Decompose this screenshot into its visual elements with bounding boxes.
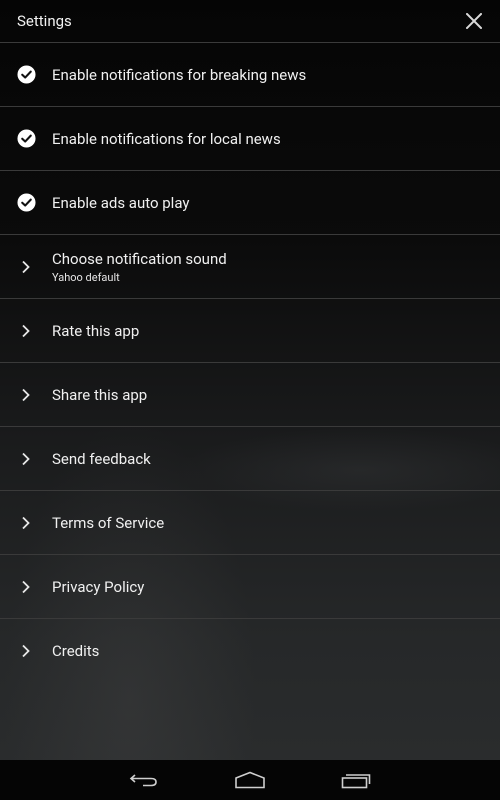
chevron-right-icon — [16, 513, 36, 533]
checkbox-checked-icon[interactable] — [16, 129, 36, 149]
recent-apps-icon — [341, 774, 371, 789]
chevron-right-icon — [16, 641, 36, 661]
chevron-right-icon — [16, 321, 36, 341]
setting-send-feedback[interactable]: Send feedback — [0, 426, 500, 490]
setting-label: Rate this app — [52, 321, 140, 340]
setting-label: Privacy Policy — [52, 577, 145, 596]
back-icon — [129, 774, 157, 787]
setting-sublabel: Yahoo default — [52, 270, 120, 284]
setting-terms-of-service[interactable]: Terms of Service — [0, 490, 500, 554]
setting-privacy-policy[interactable]: Privacy Policy — [0, 554, 500, 618]
home-button[interactable] — [220, 760, 280, 800]
chevron-right-icon — [16, 385, 36, 405]
setting-label: Enable ads auto play — [52, 193, 190, 212]
setting-rate-app[interactable]: Rate this app — [0, 298, 500, 362]
setting-label: Choose notification sound — [52, 249, 227, 268]
setting-share-app[interactable]: Share this app — [0, 362, 500, 426]
setting-label: Credits — [52, 641, 100, 660]
settings-list: Enable notifications for breaking news E… — [0, 42, 500, 682]
setting-ads-auto-play[interactable]: Enable ads auto play — [0, 170, 500, 234]
home-icon — [235, 771, 265, 789]
close-icon — [466, 13, 482, 29]
checkbox-checked-icon[interactable] — [16, 65, 36, 85]
setting-label: Enable notifications for breaking news — [52, 65, 307, 84]
chevron-right-icon — [16, 449, 36, 469]
setting-label: Share this app — [52, 385, 148, 404]
setting-label: Terms of Service — [52, 513, 165, 532]
checkbox-checked-icon[interactable] — [16, 193, 36, 213]
chevron-right-icon — [16, 257, 36, 277]
setting-label: Send feedback — [52, 449, 151, 468]
chevron-right-icon — [16, 577, 36, 597]
setting-breaking-news[interactable]: Enable notifications for breaking news — [0, 42, 500, 106]
close-button[interactable] — [454, 0, 494, 42]
setting-local-news[interactable]: Enable notifications for local news — [0, 106, 500, 170]
setting-label: Enable notifications for local news — [52, 129, 281, 148]
system-navigation-bar — [0, 760, 500, 800]
setting-notification-sound[interactable]: Choose notification sound Yahoo default — [0, 234, 500, 298]
setting-credits[interactable]: Credits — [0, 618, 500, 682]
settings-header: Settings — [0, 0, 500, 42]
page-title: Settings — [17, 12, 72, 30]
recent-apps-button[interactable] — [326, 760, 386, 800]
back-button[interactable] — [114, 760, 174, 800]
